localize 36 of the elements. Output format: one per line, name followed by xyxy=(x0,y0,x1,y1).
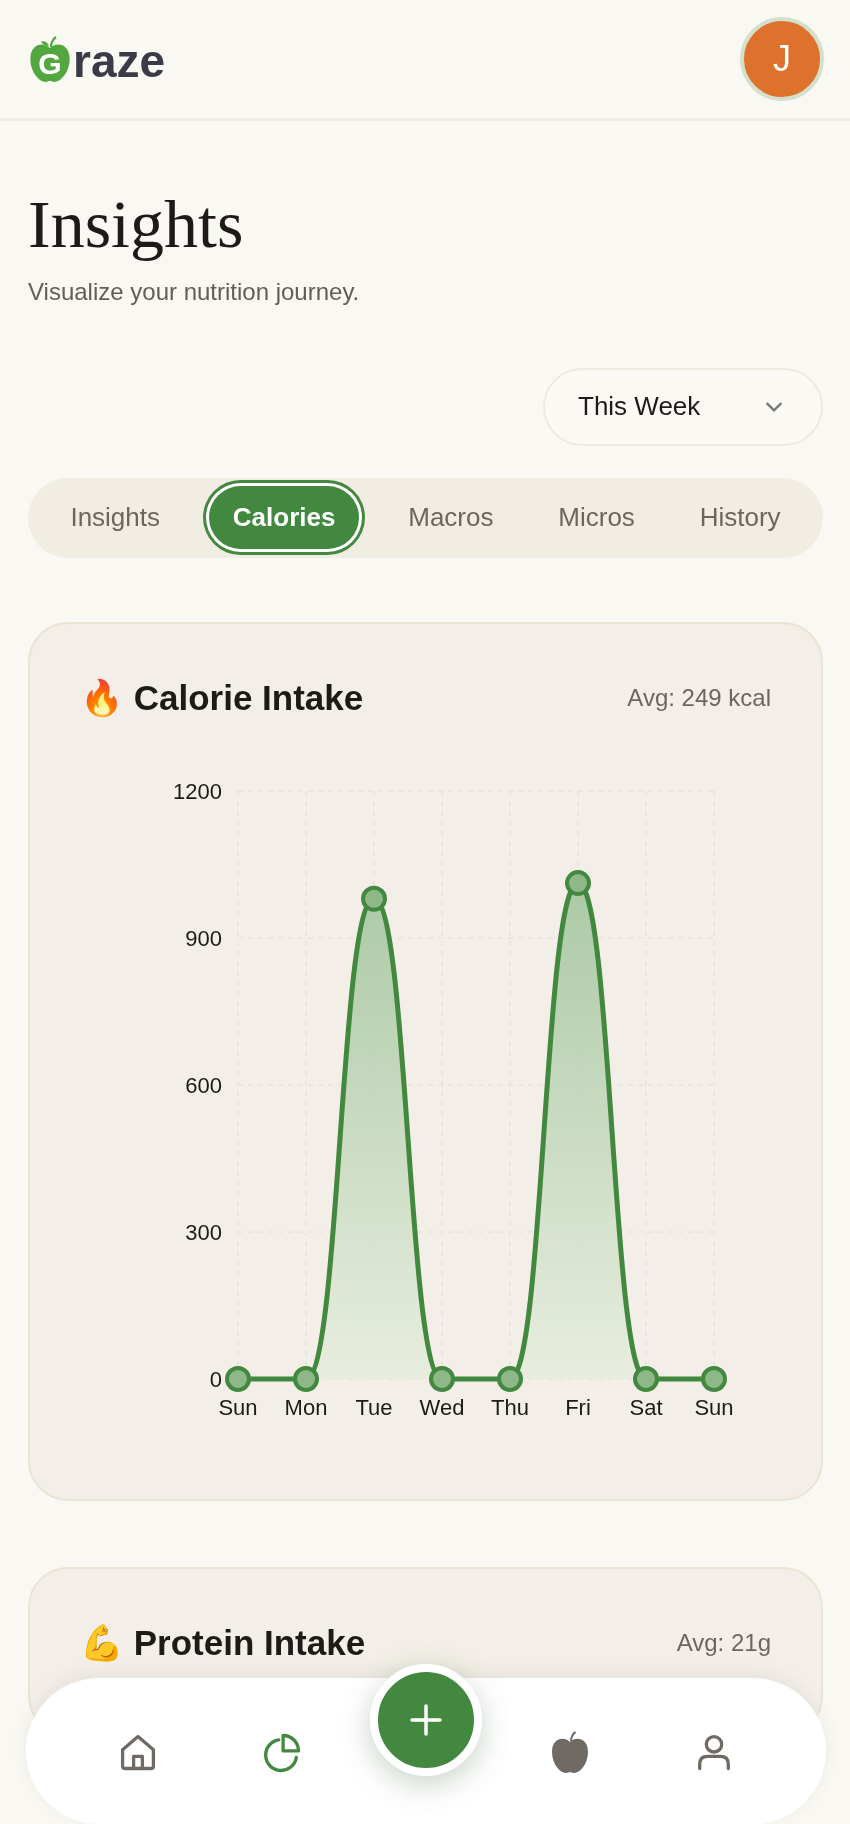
data-point xyxy=(225,1365,251,1392)
tab[interactable]: Macros xyxy=(392,488,510,548)
period-dropdown[interactable]: This Week xyxy=(543,367,823,446)
page-title: Insights xyxy=(28,187,245,262)
y-axis-label: 1200 xyxy=(173,778,222,804)
tab[interactable]: Micros xyxy=(542,488,651,548)
average-text: Avg: 21g xyxy=(676,1629,771,1658)
logo-text: raze xyxy=(73,34,166,88)
y-axis-label: 300 xyxy=(185,1219,222,1245)
x-axis-label: Sat xyxy=(629,1394,663,1420)
x-axis-label: Sun xyxy=(218,1394,258,1420)
card-title: 💪 Protein Intake xyxy=(80,1622,366,1664)
x-axis-label: Tue xyxy=(355,1394,393,1420)
x-axis-label: Fri xyxy=(565,1394,591,1420)
y-axis-label: 0 xyxy=(209,1366,222,1392)
x-axis-label: Sun xyxy=(694,1394,734,1420)
chevron-down-icon xyxy=(765,400,783,413)
data-point xyxy=(429,1365,455,1392)
page-subtitle: Visualize your nutrition journey. xyxy=(28,277,361,306)
average-text: Avg: 249 kcal xyxy=(627,684,771,713)
data-point xyxy=(293,1365,319,1392)
user-avatar[interactable]: J xyxy=(740,17,824,101)
data-point xyxy=(701,1365,727,1392)
logo-initial: G xyxy=(28,35,72,83)
data-point xyxy=(633,1365,659,1392)
card-title: 🔥 Calorie Intake xyxy=(80,677,364,719)
tab[interactable]: History xyxy=(683,488,797,548)
data-point xyxy=(361,885,387,912)
data-point xyxy=(565,869,591,896)
data-point xyxy=(497,1365,523,1392)
x-axis-label: Thu xyxy=(491,1394,529,1420)
y-axis-label: 900 xyxy=(185,925,222,951)
tab[interactable]: Insights xyxy=(54,488,176,548)
x-axis-label: Wed xyxy=(419,1394,465,1420)
y-axis-label: 600 xyxy=(185,1072,222,1098)
x-axis-label: Mon xyxy=(284,1394,328,1420)
